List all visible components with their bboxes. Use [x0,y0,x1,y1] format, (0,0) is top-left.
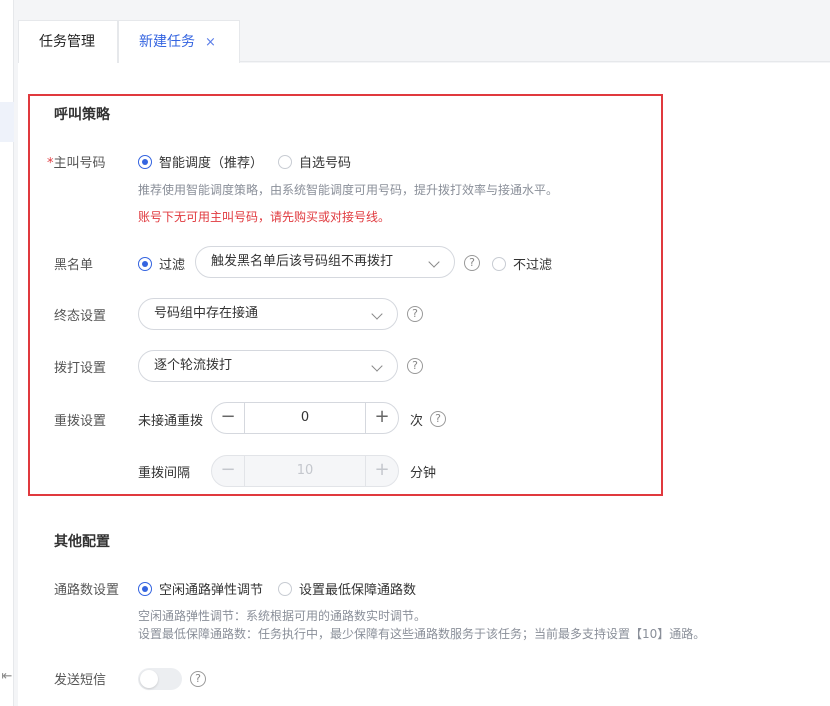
chevron-down-icon [371,360,383,372]
radio-dot [278,154,292,169]
chevron-down-icon [428,256,440,268]
section-title-other-config: 其他配置 [54,534,110,550]
blacklist-label: 黑名单 [54,258,94,273]
radio-idle-elastic[interactable]: 空闲通路弹性调节 [138,579,263,598]
redial-count-unit: 次 [410,414,424,429]
decrement-button[interactable]: − [212,403,245,433]
help-icon[interactable]: ? [407,358,423,374]
final-state-select[interactable]: 号码组中存在接通 [138,298,398,330]
tab-label: 任务管理 [39,34,95,50]
tab-new-task[interactable]: 新建任务 × [118,20,240,63]
radio-blacklist-no-filter[interactable]: 不过滤 [492,254,552,273]
redial-interval-value[interactable]: 10 [245,456,365,486]
help-icon[interactable]: ? [190,671,206,687]
caller-number-label: *主叫号码 [47,156,106,171]
redial-count-value[interactable]: 0 [245,403,365,433]
caller-error-text: 账号下无可用主叫号码，请先购买或对接号线。 [138,210,391,224]
caller-help-text: 推荐使用智能调度策略，由系统智能调度可用号码，提升拨打效率与接通水平。 [138,183,559,197]
decrement-button[interactable]: − [212,456,245,486]
sms-toggle[interactable] [138,668,182,690]
sidebar-active-item[interactable] [0,102,14,142]
toggle-knob [140,670,158,688]
redial-interval-unit: 分钟 [410,466,437,481]
radio-smart-dispatch[interactable]: 智能调度（推荐） [138,152,263,171]
unanswered-redial-label: 未接通重拨 [138,414,204,429]
redial-interval-stepper[interactable]: − 10 + [211,455,399,487]
increment-button[interactable]: + [365,456,398,486]
help-icon[interactable]: ? [407,306,423,322]
radio-dot [138,256,152,271]
collapse-sidebar-icon[interactable]: ⇤ [0,668,14,686]
channels-help-line1: 空闲通路弹性调节：系统根据可用的通路数实时调节。 [138,609,427,623]
channels-help-line2: 设置最低保障通路数：任务执行中，最少保障有这些通路数服务于该任务；当前最多支持设… [138,627,706,641]
blacklist-rule-select[interactable]: 触发黑名单后该号码组不再拨打 [195,246,455,278]
radio-dot [138,154,152,169]
help-icon[interactable]: ? [430,411,446,427]
help-icon[interactable]: ? [464,255,480,271]
dial-mode-select[interactable]: 逐个轮流拨打 [138,350,398,382]
final-state-label: 终态设置 [54,309,107,324]
left-sidebar: ⇤ [0,0,14,706]
redial-interval-label: 重拨间隔 [138,466,191,481]
radio-min-guarantee[interactable]: 设置最低保障通路数 [278,579,416,598]
tab-bar: 任务管理 新建任务 × [18,20,830,63]
chevron-down-icon [371,308,383,320]
increment-button[interactable]: + [365,403,398,433]
radio-self-select-number[interactable]: 自选号码 [278,152,351,171]
close-icon[interactable]: × [205,35,216,50]
sms-label: 发送短信 [54,673,107,688]
dial-setting-label: 拨打设置 [54,361,107,376]
channels-setting-label: 通路数设置 [54,583,120,598]
section-title-call-strategy: 呼叫策略 [54,107,110,123]
radio-blacklist-filter[interactable]: 过滤 [138,254,185,273]
radio-dot [138,581,152,596]
redial-count-stepper[interactable]: − 0 + [211,402,399,434]
redial-setting-label: 重拨设置 [54,414,107,429]
radio-dot [278,581,292,596]
tab-label: 新建任务 [139,34,195,50]
radio-dot [492,256,506,271]
tab-task-management[interactable]: 任务管理 [18,20,118,63]
